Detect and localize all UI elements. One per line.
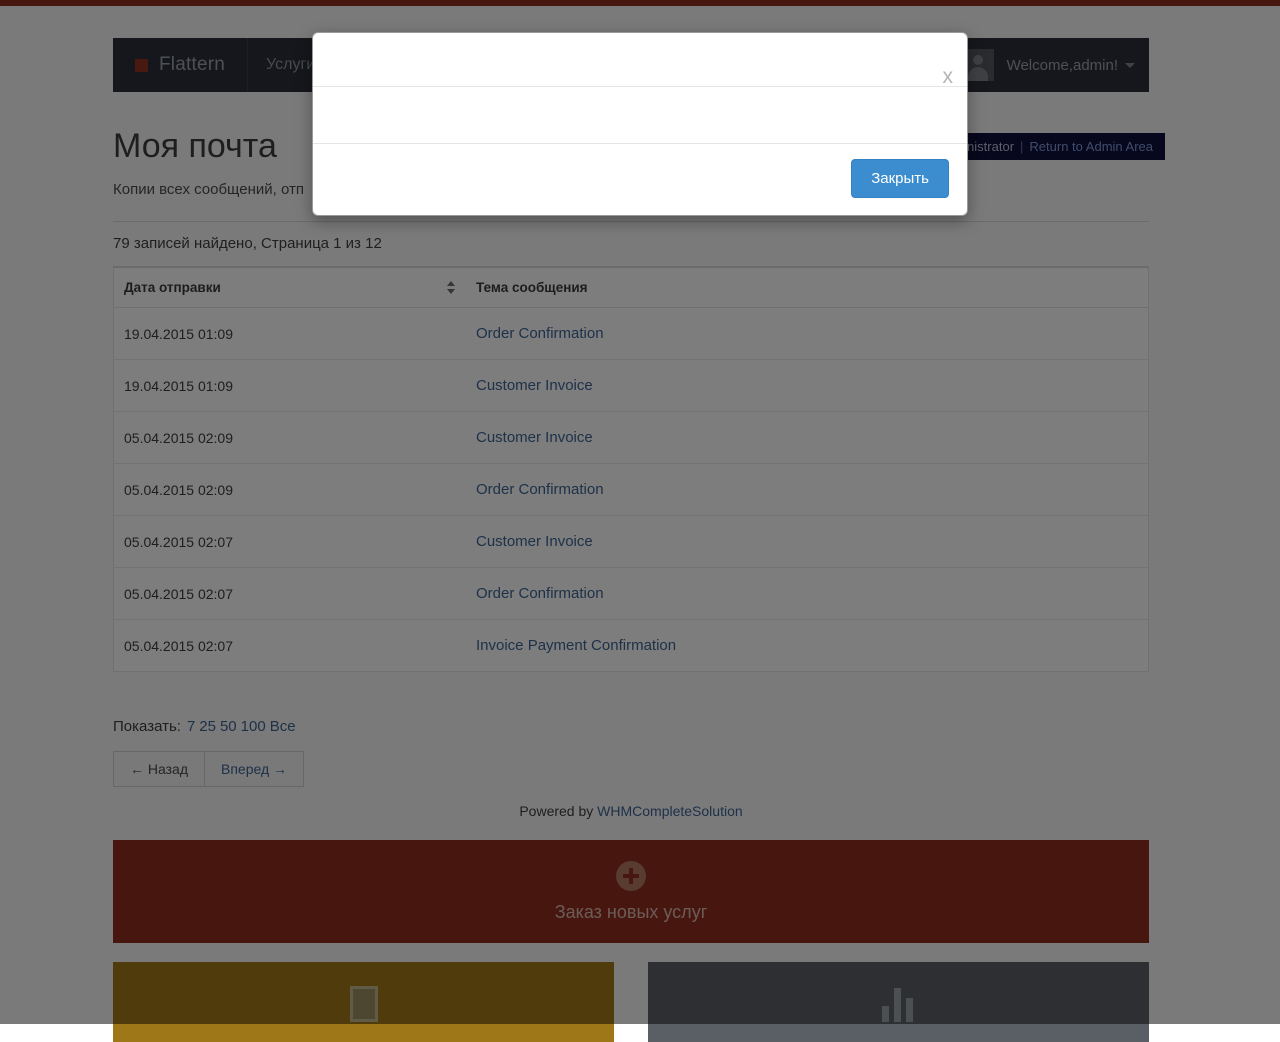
modal-footer: Закрыть [313,144,967,215]
modal-close-button[interactable]: Закрыть [851,159,949,198]
modal-body [313,87,967,144]
modal-title [331,48,949,71]
modal-header: x [313,33,967,87]
message-modal: x Закрыть [312,32,968,216]
close-icon[interactable]: x [943,66,954,87]
